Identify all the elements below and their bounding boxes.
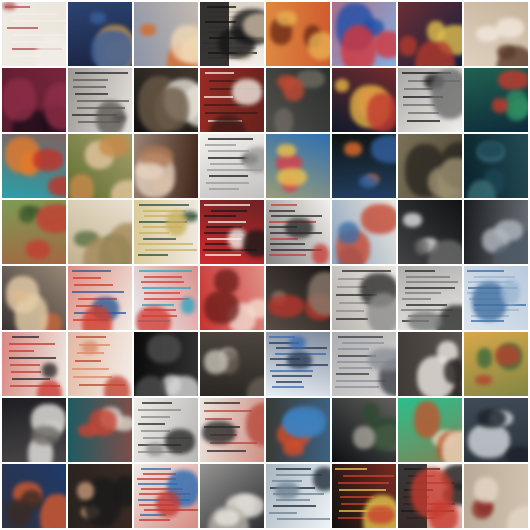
sample-tile [266,332,330,396]
sample-tile [200,2,264,66]
sample-tile [2,464,66,528]
sample-tile [2,332,66,396]
sample-tile [332,200,396,264]
sample-tile [2,134,66,198]
sample-tile [2,200,66,264]
sample-tile [464,200,528,264]
sample-tile [398,68,462,132]
sample-tile [266,266,330,330]
sample-tile [464,398,528,462]
sample-tile [68,200,132,264]
sample-tile [464,2,528,66]
sample-tile [68,398,132,462]
sample-tile [398,332,462,396]
sample-tile [464,68,528,132]
sample-tile [266,398,330,462]
sample-tile [134,398,198,462]
sample-tile [398,2,462,66]
sample-tile [68,134,132,198]
sample-tile [464,266,528,330]
sample-tile [134,464,198,528]
sample-tile [464,332,528,396]
sample-tile [200,332,264,396]
sample-tile [464,464,528,528]
sample-tile [68,266,132,330]
sample-tile [134,2,198,66]
sample-tile [68,2,132,66]
sample-tile [200,200,264,264]
sample-tile [266,464,330,528]
sample-tile [2,68,66,132]
sample-tile [266,134,330,198]
sample-tile [332,332,396,396]
sample-tile [398,200,462,264]
sample-tile [266,68,330,132]
sample-tile [332,68,396,132]
sample-tile [398,398,462,462]
sample-tile [134,68,198,132]
sample-tile [200,134,264,198]
image-sample-grid [0,0,530,530]
sample-tile [2,2,66,66]
sample-tile [134,266,198,330]
sample-tile [134,332,198,396]
sample-tile [398,134,462,198]
sample-tile [200,464,264,528]
sample-tile [464,134,528,198]
sample-tile [134,200,198,264]
sample-tile [2,398,66,462]
sample-tile [2,266,66,330]
sample-tile [68,332,132,396]
sample-tile [68,68,132,132]
sample-tile [68,464,132,528]
sample-tile [266,200,330,264]
sample-tile [398,266,462,330]
sample-tile [398,464,462,528]
sample-tile [134,134,198,198]
sample-tile [332,2,396,66]
sample-tile [332,266,396,330]
sample-tile [266,2,330,66]
sample-tile [200,266,264,330]
sample-tile [200,398,264,462]
sample-tile [332,398,396,462]
sample-tile [200,68,264,132]
sample-tile [332,134,396,198]
sample-tile [332,464,396,528]
